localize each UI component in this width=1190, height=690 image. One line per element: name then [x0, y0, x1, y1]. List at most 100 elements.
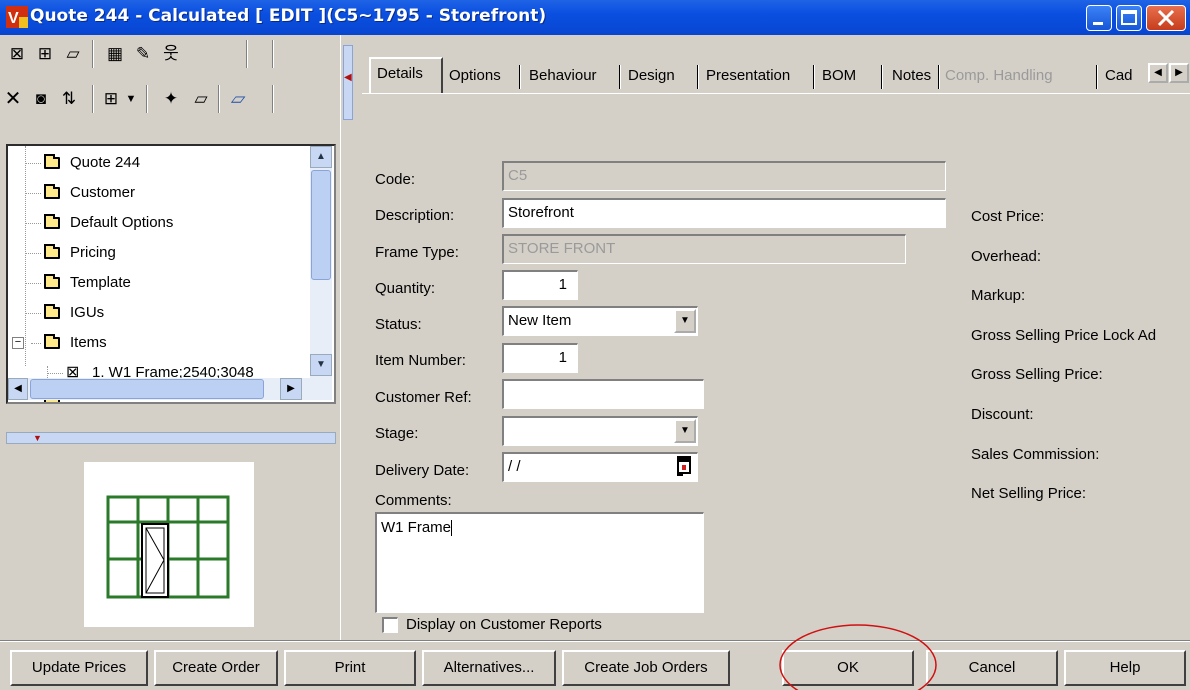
stage-label: Stage: [375, 425, 419, 442]
scroll-down-icon[interactable]: ▼ [310, 354, 332, 376]
right-pane: Details Options Behaviour Design Present… [356, 35, 1190, 640]
shape-icon[interactable]: ▱ [190, 88, 212, 110]
magic-wand-icon[interactable]: ✦ [160, 88, 182, 110]
customer-ref-field[interactable] [502, 379, 704, 409]
code-label: Code: [375, 171, 416, 188]
grid-icon[interactable]: ⊞ [100, 88, 122, 110]
status-select[interactable]: New Item ▼ [502, 306, 698, 336]
scroll-left-icon[interactable]: ◀ [8, 378, 28, 400]
calendar-icon[interactable] [677, 456, 691, 476]
code-field: C5 [502, 161, 946, 191]
minimize-button[interactable] [1086, 5, 1112, 31]
comments-textarea[interactable]: W1 Frame [375, 512, 704, 613]
frame-type-label: Frame Type: [375, 244, 459, 261]
window-frame-drawing [106, 495, 230, 599]
quantity-field[interactable]: 1 [502, 270, 578, 300]
markup-label: Markup: [971, 287, 1026, 304]
details-panel: Code: C5 Description: Storefront Frame T… [362, 93, 1190, 633]
description-label: Description: [375, 207, 455, 224]
chevron-down-icon[interactable]: ▼ [674, 309, 696, 333]
print-button[interactable]: Print [284, 650, 416, 686]
net-selling-price-label: Net Selling Price: [971, 485, 1087, 502]
tree-horizontal-scrollbar[interactable]: ◀ ▶ [8, 378, 310, 400]
quantity-label: Quantity: [375, 280, 436, 297]
tab-comp-handling: Comp. Handling [945, 67, 1053, 84]
window-title: Quote 244 - Calculated [ EDIT ](C5~1795 … [30, 6, 547, 26]
folder-icon [44, 184, 60, 199]
left-pane: ⊠ ⊞ ▱ ▦ ✎ 웃 ✕ ◙ ⇅ ⊞ ▼ ✦ ▱ ▱ Quote 244 Cu… [0, 35, 340, 640]
delivery-date-field[interactable]: / / [502, 452, 698, 482]
chevron-down-icon[interactable]: ▼ [674, 419, 696, 443]
description-field[interactable]: Storefront [502, 198, 946, 228]
scroll-right-icon[interactable]: ▶ [280, 378, 302, 400]
calculator-icon[interactable]: ▦ [104, 43, 126, 65]
folder-icon [44, 334, 60, 349]
slanted-frame-icon[interactable]: ▱ [62, 43, 84, 65]
scroll-up-icon[interactable]: ▲ [310, 146, 332, 168]
title-bar[interactable]: V Quote 244 - Calculated [ EDIT ](C5~179… [0, 0, 1190, 35]
tab-strip: Details Options Behaviour Design Present… [356, 57, 1190, 93]
tab-presentation[interactable]: Presentation [704, 61, 792, 91]
cost-price-label: Cost Price: [971, 208, 1045, 225]
toolbar-top: ⊠ ⊞ ▱ ▦ ✎ 웃 [0, 35, 340, 72]
collapse-arrow-icon: ▼ [33, 433, 42, 443]
parallelogram-icon[interactable]: ▱ [226, 88, 248, 110]
tab-options[interactable]: Options [447, 61, 503, 91]
comments-label: Comments: [375, 492, 452, 509]
stage-select[interactable]: ▼ [502, 416, 698, 446]
tab-bom[interactable]: BOM [820, 61, 858, 91]
button-bar: Update Prices Create Order Print Alterna… [0, 624, 1190, 690]
scroll-thumb[interactable] [311, 170, 331, 280]
svg-text:V: V [8, 10, 19, 27]
delivery-date-label: Delivery Date: [375, 462, 470, 479]
pane-resize-handle[interactable]: ▼ [6, 432, 336, 444]
frame-icon[interactable]: ⊠ [6, 43, 28, 65]
sales-commission-label: Sales Commission: [971, 446, 1100, 463]
tree-vertical-scrollbar[interactable]: ▲ ▼ [310, 146, 332, 400]
folder-icon [44, 304, 60, 319]
frame-preview [84, 462, 254, 627]
collapse-toggle[interactable]: − [12, 337, 24, 349]
tab-design[interactable]: Design [626, 61, 677, 91]
tab-scroll-right-icon[interactable]: ▶ [1169, 63, 1189, 83]
create-job-orders-button[interactable]: Create Job Orders [562, 650, 730, 686]
dropdown-arrow-icon[interactable]: ▼ [120, 88, 142, 110]
maximize-button[interactable] [1116, 5, 1142, 31]
gross-selling-price-lock-label: Gross Selling Price Lock Ad [971, 327, 1157, 344]
ok-highlight-circle [779, 624, 937, 690]
close-button[interactable] [1146, 5, 1186, 31]
status-label: Status: [375, 316, 422, 333]
h-scroll-thumb[interactable] [30, 379, 264, 399]
folder-icon [44, 154, 60, 169]
delete-icon[interactable]: ✕ [2, 88, 24, 110]
person-icon[interactable]: 웃 [160, 43, 182, 65]
app-logo-icon: V [6, 6, 28, 28]
folder-icon [44, 214, 60, 229]
discount-label: Discount: [971, 406, 1034, 423]
tab-behaviour[interactable]: Behaviour [527, 61, 599, 91]
update-prices-button[interactable]: Update Prices [10, 650, 148, 686]
add-frame-icon[interactable]: ⊞ [34, 43, 56, 65]
properties-icon[interactable]: ✎ [132, 43, 154, 65]
collapse-left-icon: ◀ [344, 72, 352, 83]
display-on-reports-label: Display on Customer Reports [406, 616, 602, 633]
help-button[interactable]: Help [1064, 650, 1186, 686]
sort-icon[interactable]: ⇅ [58, 88, 80, 110]
splitter-grip[interactable]: ◀ [343, 45, 353, 120]
create-order-button[interactable]: Create Order [154, 650, 278, 686]
frame-type-field: STORE FRONT [502, 234, 906, 264]
alternatives-button[interactable]: Alternatives... [422, 650, 556, 686]
item-number-field[interactable]: 1 [502, 343, 578, 373]
tab-scroll-left-icon[interactable]: ◀ [1148, 63, 1168, 83]
tab-notes[interactable]: Notes [890, 61, 933, 91]
cancel-button[interactable]: Cancel [926, 650, 1058, 686]
display-on-reports-checkbox[interactable] [382, 617, 398, 633]
camera-icon[interactable]: ◙ [30, 88, 52, 110]
customer-ref-label: Customer Ref: [375, 389, 472, 406]
quote-tree[interactable]: Quote 244 Customer Default Options Prici… [6, 144, 336, 404]
vertical-splitter[interactable]: ◀ [340, 35, 356, 640]
tab-details[interactable]: Details [375, 59, 425, 89]
folder-icon [44, 274, 60, 289]
tab-cad[interactable]: Cad [1103, 61, 1135, 91]
gross-selling-price-label: Gross Selling Price: [971, 366, 1103, 383]
